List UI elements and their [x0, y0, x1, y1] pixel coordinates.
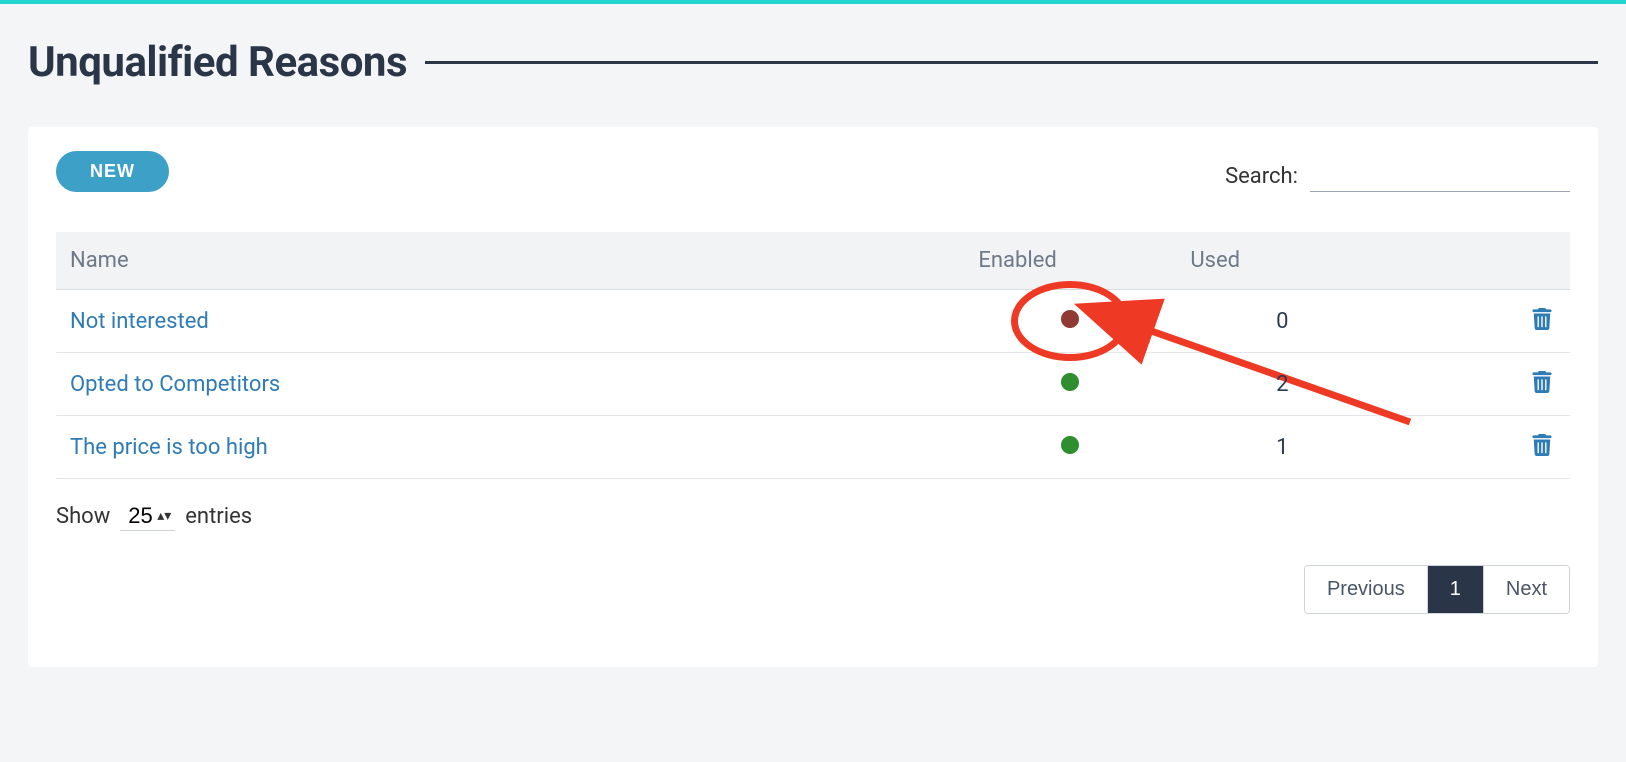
used-count: 0: [1176, 290, 1388, 353]
reason-link[interactable]: Opted to Competitors: [70, 372, 280, 397]
content-panel: NEW Search: Name Enabled Used Not intere…: [28, 127, 1598, 667]
search-input[interactable]: [1310, 160, 1570, 192]
used-count: 2: [1176, 353, 1388, 416]
title-divider: [425, 61, 1598, 64]
delete-button[interactable]: [1528, 306, 1556, 335]
pagination-group: Previous 1 Next: [1304, 565, 1570, 614]
length-prefix: Show: [56, 504, 110, 529]
search-group: Search:: [1225, 160, 1570, 192]
col-header-enabled[interactable]: Enabled: [964, 232, 1176, 290]
page-container: Unqualified Reasons NEW Search: Name Ena…: [0, 4, 1626, 707]
pager-next-button[interactable]: Next: [1483, 566, 1569, 613]
reason-link[interactable]: Not interested: [70, 309, 209, 334]
trash-icon: [1532, 444, 1552, 459]
page-title: Unqualified Reasons: [28, 38, 407, 87]
trash-icon: [1532, 318, 1552, 333]
table-row: Opted to Competitors 2: [56, 353, 1570, 416]
length-suffix: entries: [185, 504, 252, 529]
col-header-actions: [1388, 232, 1570, 290]
status-disabled-icon: [1061, 310, 1079, 328]
search-label: Search:: [1225, 164, 1298, 189]
pager-page-1-button[interactable]: 1: [1427, 566, 1483, 613]
page-header: Unqualified Reasons: [28, 38, 1598, 87]
length-select[interactable]: 25: [120, 501, 175, 531]
used-count: 1: [1176, 416, 1388, 479]
col-header-used[interactable]: Used: [1176, 232, 1388, 290]
trash-icon: [1532, 381, 1552, 396]
col-header-name[interactable]: Name: [56, 232, 964, 290]
reason-link[interactable]: The price is too high: [70, 435, 268, 460]
panel-toolbar: NEW Search:: [56, 151, 1570, 192]
status-enabled-icon: [1061, 436, 1079, 454]
table-row: Not interested 0: [56, 290, 1570, 353]
new-button[interactable]: NEW: [56, 151, 169, 192]
status-enabled-icon: [1061, 373, 1079, 391]
delete-button[interactable]: [1528, 432, 1556, 461]
reasons-table: Name Enabled Used Not interested0Opted t…: [56, 232, 1570, 479]
table-row: The price is too high 1: [56, 416, 1570, 479]
length-control: Show 25 ▴▾ entries: [56, 501, 1570, 531]
pager-prev-button[interactable]: Previous: [1305, 566, 1427, 613]
pagination: Previous 1 Next: [56, 565, 1570, 614]
delete-button[interactable]: [1528, 369, 1556, 398]
